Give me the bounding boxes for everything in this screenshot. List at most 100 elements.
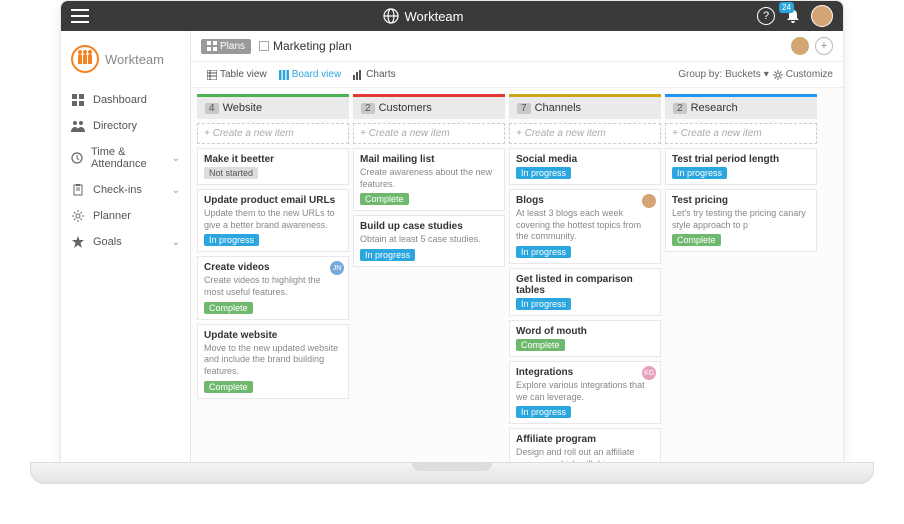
card[interactable]: Blogs At least 3 blogs each week covering… — [509, 189, 661, 264]
view-label: Charts — [366, 69, 395, 80]
column-website: 4Website + Create a new item Make it beett… — [197, 94, 349, 457]
card-title: Build up case studies — [360, 221, 498, 232]
status-badge: Complete — [360, 193, 409, 205]
view-table-button[interactable]: Table view — [201, 66, 273, 83]
chevron-down-icon: ⌄ — [172, 153, 180, 164]
card[interactable]: Build up case studies Obtain at least 5 c… — [353, 215, 505, 267]
logo[interactable]: Workteam — [61, 39, 190, 87]
card[interactable]: Make it beetterNot started — [197, 148, 349, 185]
toolbar-primary: Plans Marketing plan + — [191, 31, 843, 62]
notifications-button[interactable]: 24 — [785, 8, 801, 24]
column-customers: 2Customers + Create a new item Mail mailin… — [353, 94, 505, 457]
group-by-control[interactable]: Group by: Buckets ▾ — [678, 69, 769, 80]
create-item-button[interactable]: + Create a new item — [665, 123, 817, 144]
card-description: Create videos to highlight the most usef… — [204, 275, 342, 298]
card-title: Social media — [516, 154, 654, 165]
customize-button[interactable]: Customize — [773, 69, 833, 80]
topbar: Workteam ? 24 — [61, 1, 843, 31]
column-count: 7 — [517, 103, 531, 114]
main-content: Plans Marketing plan + Table view Board v… — [191, 31, 843, 463]
chevron-down-icon: ⌄ — [172, 237, 180, 248]
sidebar-item-dashboard[interactable]: Dashboard — [61, 87, 190, 113]
card-description: Obtain at least 5 case studies. — [360, 234, 498, 246]
card-title: Get listed in comparison tables — [516, 274, 654, 296]
board-icon — [279, 70, 289, 80]
card-title: Update website — [204, 330, 342, 341]
card-title: Mail mailing list — [360, 154, 498, 165]
column-header[interactable]: 4Website — [197, 94, 349, 119]
grid-icon — [207, 41, 217, 51]
app-title: Workteam — [89, 8, 757, 24]
toolbar-views: Table view Board view Charts Group by: Buc… — [191, 62, 843, 88]
card[interactable]: Get listed in comparison tablesIn progre… — [509, 268, 661, 316]
card-description: Update them to the new URLs to give a be… — [204, 208, 342, 231]
sidebar-item-check-ins[interactable]: Check-ins⌄ — [61, 177, 190, 203]
hamburger-menu-icon[interactable] — [71, 9, 89, 23]
logo-icon — [71, 45, 99, 73]
sidebar-item-label: Dashboard — [93, 94, 147, 106]
checkbox-icon — [259, 41, 269, 51]
column-count: 2 — [673, 103, 687, 114]
sidebar-item-time-attendance[interactable]: Time & Attendance⌄ — [61, 139, 190, 177]
card-title: Affiliate program — [516, 434, 654, 445]
view-board-button[interactable]: Board view — [273, 66, 347, 83]
chevron-down-icon: ▾ — [764, 69, 769, 80]
help-icon[interactable]: ? — [757, 7, 775, 25]
sidebar: Workteam Dashboard Directory Time & Attend… — [61, 31, 191, 463]
plan-owner-avatar[interactable] — [791, 37, 809, 55]
column-research: 2Research + Create a new item Test trial p… — [665, 94, 817, 457]
status-badge: In progress — [360, 249, 415, 261]
status-badge: In progress — [204, 234, 259, 246]
add-button[interactable]: + — [815, 37, 833, 55]
plan-name[interactable]: Marketing plan — [259, 39, 352, 53]
sidebar-item-goals[interactable]: Goals ⌄ — [61, 229, 190, 255]
card-title: Test pricing — [672, 195, 810, 206]
sidebar-item-label: Directory — [93, 120, 137, 132]
card-title: Blogs — [516, 195, 654, 206]
card[interactable]: KGIntegrationsExplore various integratio… — [509, 361, 661, 424]
card[interactable]: Update websiteMove to the new updated we… — [197, 324, 349, 399]
status-badge: In progress — [516, 246, 571, 258]
card-title: Create videos — [204, 262, 342, 273]
kanban-board: 4Website+ Create a new itemMake it beett… — [191, 88, 843, 463]
status-badge: Complete — [204, 381, 253, 393]
view-label: Table view — [220, 69, 267, 80]
card[interactable]: Test trial period lengthIn progress — [665, 148, 817, 185]
card-description: Let's try testing the pricing canary sty… — [672, 208, 810, 231]
card-avatar[interactable]: KG — [642, 366, 656, 380]
card[interactable]: Social media In progress — [509, 148, 661, 185]
logo-text: Workteam — [105, 52, 164, 67]
dashboard-icon — [71, 94, 85, 106]
status-badge: In progress — [516, 167, 571, 179]
card[interactable]: Update product email URLs Update them to … — [197, 189, 349, 252]
chevron-down-icon: ⌄ — [172, 185, 180, 196]
card-description: At least 3 blogs each week covering the … — [516, 208, 654, 243]
card-description: Design and roll out an affiliate program… — [516, 447, 654, 463]
card-title: Update product email URLs — [204, 195, 342, 206]
card[interactable]: Mail mailing listCreate awareness about … — [353, 148, 505, 211]
star-icon — [71, 236, 85, 248]
sidebar-item-label: Goals — [93, 236, 122, 248]
card[interactable]: Word of mouthComplete — [509, 320, 661, 357]
create-item-button[interactable]: + Create a new item — [353, 123, 505, 144]
user-avatar[interactable] — [811, 5, 833, 27]
column-header[interactable]: 2Customers — [353, 94, 505, 119]
card-avatar[interactable] — [642, 194, 656, 208]
create-item-button[interactable]: + Create a new item — [509, 123, 661, 144]
card[interactable]: Test pricing Let's try testing the pricin… — [665, 189, 817, 252]
sidebar-item-label: Planner — [93, 210, 131, 222]
column-header[interactable]: 7Channels — [509, 94, 661, 119]
sidebar-item-directory[interactable]: Directory — [61, 113, 190, 139]
create-item-button[interactable]: + Create a new item — [197, 123, 349, 144]
status-badge: Complete — [204, 302, 253, 314]
gear-icon — [71, 210, 85, 222]
table-icon — [207, 70, 217, 80]
column-header[interactable]: 2Research — [665, 94, 817, 119]
view-charts-button[interactable]: Charts — [347, 66, 401, 83]
plans-button[interactable]: Plans — [201, 39, 251, 54]
card-description: Explore various integrations that we can… — [516, 380, 654, 403]
card[interactable]: JNCreate videosCreate videos to highligh… — [197, 256, 349, 319]
charts-icon — [353, 70, 363, 80]
card[interactable]: Affiliate program Design and roll out an … — [509, 428, 661, 463]
sidebar-item-planner[interactable]: Planner — [61, 203, 190, 229]
